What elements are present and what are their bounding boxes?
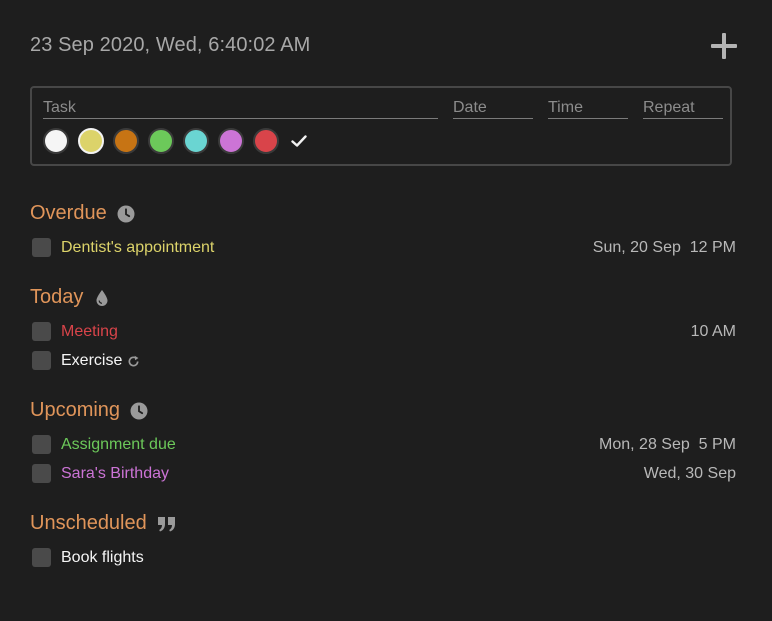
color-swatch-orange[interactable]: [113, 128, 139, 154]
clock-icon: [117, 205, 135, 222]
task-row: Meeting 10 AM: [30, 322, 736, 344]
color-swatch-green[interactable]: [148, 128, 174, 154]
quote-icon: [157, 516, 175, 531]
task-when: 10 AM: [690, 323, 736, 340]
time-field[interactable]: [548, 98, 628, 119]
task-checkbox[interactable]: [32, 351, 51, 370]
task-field[interactable]: [43, 98, 438, 119]
task-row: Dentist's appointment Sun, 20 Sep 12 PM: [30, 238, 736, 260]
task-input[interactable]: [43, 98, 438, 118]
section-title-label: Overdue: [30, 202, 107, 224]
section-today-title: Today: [30, 286, 111, 309]
task-label[interactable]: Meeting: [61, 322, 118, 342]
task-row: Assignment due Mon, 28 Sep 5 PM: [30, 435, 736, 457]
color-swatch-violet[interactable]: [218, 128, 244, 154]
task-row: Sara's Birthday Wed, 30 Sep: [30, 464, 736, 486]
task-label[interactable]: Sara's Birthday: [61, 464, 169, 484]
task-checkbox[interactable]: [32, 464, 51, 483]
add-task-button[interactable]: [710, 33, 738, 61]
new-task-composer: [30, 86, 732, 166]
section-overdue-title: Overdue: [30, 202, 135, 225]
time-input[interactable]: [548, 98, 628, 118]
task-label-text: Exercise: [61, 352, 123, 369]
current-datetime: 23 Sep 2020, Wed, 6:40:02 AM: [30, 34, 311, 56]
repeat-input[interactable]: [643, 98, 723, 118]
task-when: Wed, 30 Sep: [643, 465, 736, 482]
task-label[interactable]: Book flights: [61, 548, 144, 568]
task-checkbox[interactable]: [32, 435, 51, 454]
task-when: Mon, 28 Sep 5 PM: [599, 436, 736, 453]
color-swatch-cyan[interactable]: [183, 128, 209, 154]
task-label[interactable]: Dentist's appointment: [61, 238, 214, 258]
date-field[interactable]: [453, 98, 533, 119]
task-checkbox[interactable]: [32, 548, 51, 567]
repeat-icon: [128, 355, 139, 366]
task-when: Sun, 20 Sep 12 PM: [592, 239, 736, 256]
section-title-label: Upcoming: [30, 399, 121, 421]
section-title-label: Today: [30, 286, 84, 308]
task-label-with-repeat[interactable]: Exercise: [61, 351, 140, 371]
repeat-field[interactable]: [643, 98, 723, 119]
color-swatch-yellow[interactable]: [78, 128, 104, 154]
drop-icon: [96, 289, 108, 306]
clock-icon: [130, 402, 148, 419]
color-swatch-white[interactable]: [43, 128, 69, 154]
task-label[interactable]: Assignment due: [61, 435, 176, 455]
section-title-label: Unscheduled: [30, 512, 147, 534]
task-checkbox[interactable]: [32, 238, 51, 257]
section-unscheduled-title: Unscheduled: [30, 512, 177, 535]
date-input[interactable]: [453, 98, 533, 118]
confirm-check-icon[interactable]: [291, 135, 307, 147]
task-row: Exercise: [30, 351, 736, 373]
task-checkbox[interactable]: [32, 322, 51, 341]
task-row: Book flights: [30, 548, 736, 570]
section-upcoming-title: Upcoming: [30, 399, 148, 422]
color-swatch-red[interactable]: [253, 128, 279, 154]
